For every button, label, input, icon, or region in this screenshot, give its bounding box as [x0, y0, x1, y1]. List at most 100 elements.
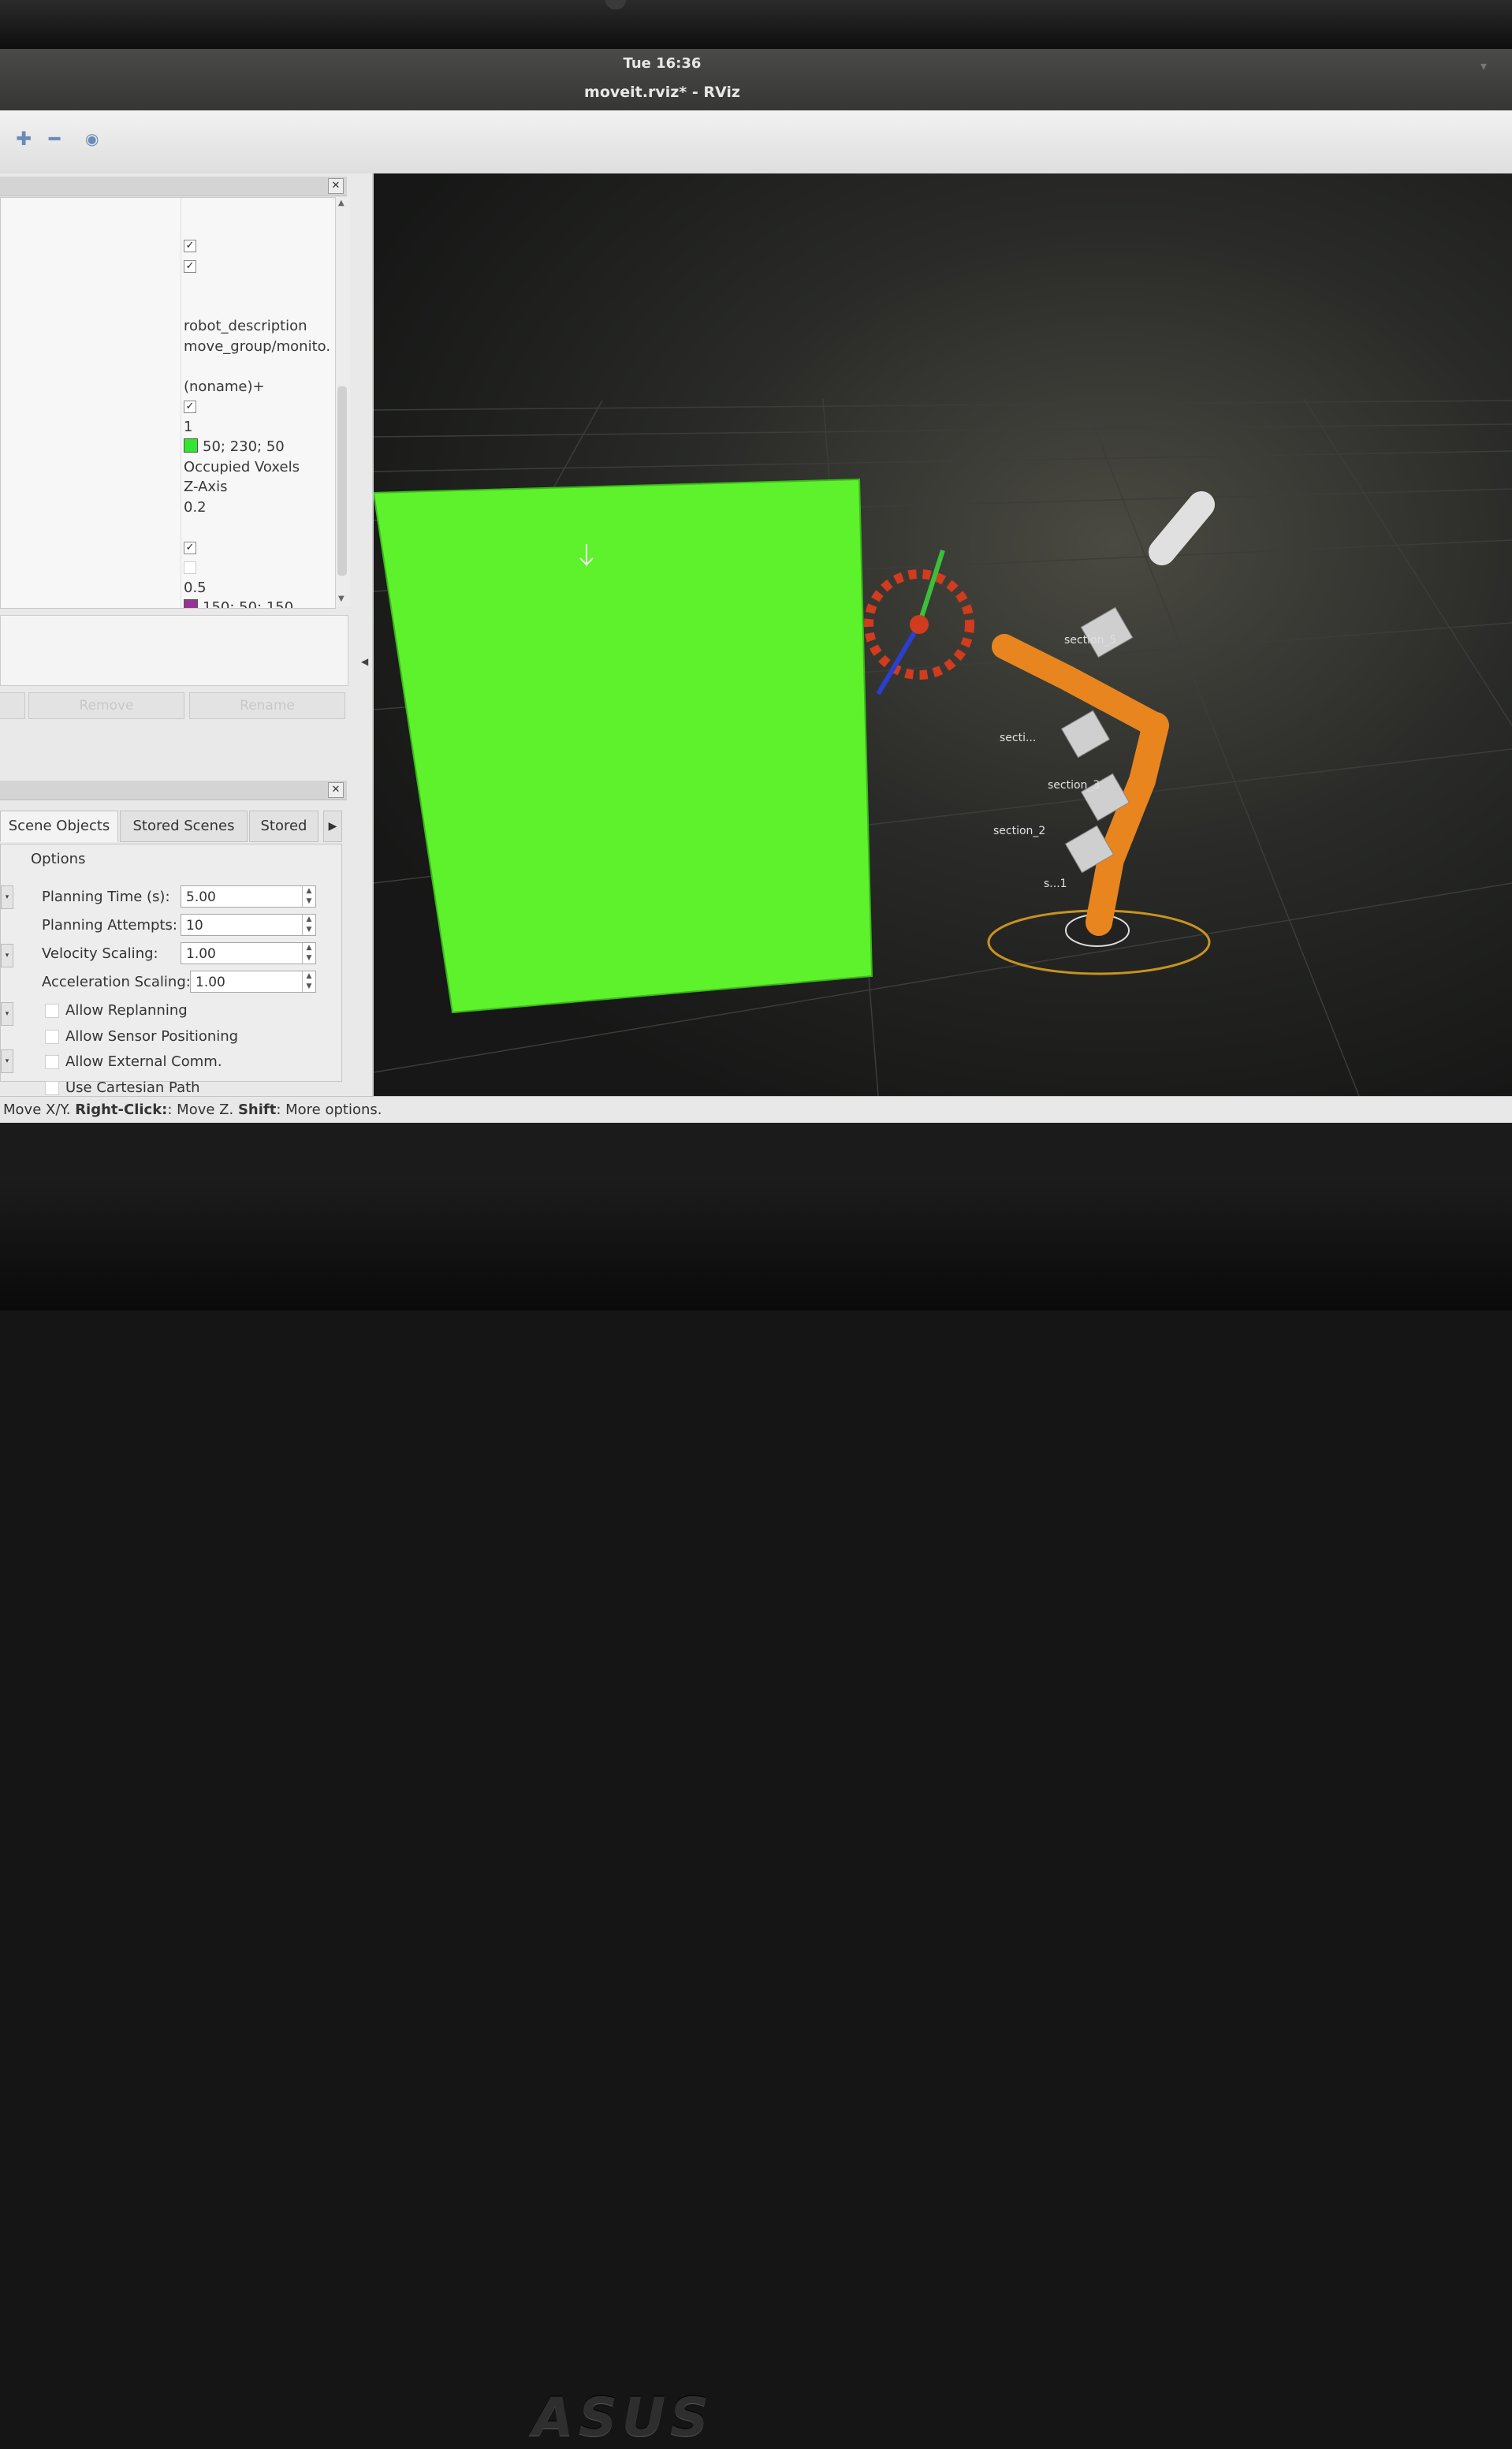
tree-value-17[interactable]: 0.5	[184, 580, 207, 596]
collapse-dock-icon[interactable]: ◀	[361, 656, 368, 667]
clock[interactable]: Tue 16:36	[0, 55, 1324, 72]
close-icon[interactable]: ✕	[328, 782, 344, 798]
checkbox-icon[interactable]: ✓	[45, 1080, 59, 1095]
tab-scene-objects[interactable]: Scene Objects	[0, 811, 118, 842]
option-checkbox-1[interactable]: ✓ Allow Sensor Positioning	[45, 1028, 238, 1045]
option-checkbox-3[interactable]: ✓ Use Cartesian Path	[45, 1079, 200, 1096]
tree-value-4[interactable]: robot_description	[184, 318, 307, 334]
checkbox-icon[interactable]: ✓	[184, 541, 196, 554]
spin-arrows-icon[interactable]: ▲ ▼	[302, 943, 315, 964]
spin-arrows-icon[interactable]: ▲ ▼	[302, 886, 315, 907]
checkbox-icon[interactable]: ✓	[184, 259, 196, 273]
scroll-thumb[interactable]	[337, 386, 347, 576]
tree-value-7[interactable]: (noname)+	[184, 378, 265, 395]
marker-center[interactable]	[910, 615, 929, 634]
tree-value-12[interactable]: Z-Axis	[184, 479, 227, 495]
planner-dropdown-stub[interactable]: ▾	[1, 885, 13, 909]
tree-value-1[interactable]: ✓	[184, 258, 196, 274]
acceleration-scaling-spinbox[interactable]: 1.00 ▲ ▼	[190, 971, 316, 993]
planning-attempts-label: Planning Attempts:	[42, 917, 177, 934]
brand-logo: ASUS	[532, 2387, 713, 2449]
marker-y-axis[interactable]	[917, 550, 945, 625]
tree-value-11[interactable]: Occupied Voxels	[184, 459, 300, 475]
velocity-scaling-spinbox[interactable]: 1.00 ▲ ▼	[181, 942, 316, 964]
goal-dropdown-stub[interactable]: ▾	[1, 1002, 13, 1026]
checkbox-icon[interactable]: ✓	[184, 561, 196, 574]
webcam	[605, 0, 626, 9]
camera-icon[interactable]: ◉	[85, 129, 99, 148]
options-panel: Options ▾ ▾ ▾ ▾ Planning Time (s): 5.00 …	[0, 844, 342, 1147]
option-checkbox-2[interactable]: ✓ Allow External Comm.	[45, 1053, 222, 1070]
checkbox-icon[interactable]: ✓	[184, 240, 196, 252]
laptop-bezel-top	[0, 0, 1512, 49]
option-checkbox-label: Allow Sensor Positioning	[65, 1027, 239, 1045]
close-icon[interactable]: ✕	[328, 178, 344, 194]
velocity-scaling-value: 1.00	[186, 946, 216, 962]
left-dock: ✕ ✓ ✓ robot_description move_group/monito. (…	[0, 173, 372, 1147]
status-text-1: : Move Z.	[167, 1101, 238, 1118]
scroll-up-icon[interactable]: ▲	[338, 199, 344, 207]
gripper	[1149, 491, 1215, 565]
displays-tree[interactable]: ✓ ✓ robot_description move_group/monito. (no…	[0, 197, 336, 609]
acceleration-scaling-value: 1.00	[196, 975, 225, 990]
planning-time-spinbox[interactable]: 5.00 ▲ ▼	[181, 885, 316, 908]
options-label: Options	[31, 851, 86, 867]
tree-value-8[interactable]: ✓	[184, 398, 196, 415]
option-checkbox-0[interactable]: ✓ Allow Replanning	[45, 1002, 188, 1019]
tree-value-18[interactable]: 150; 50; 150	[184, 599, 293, 608]
tree-value-0[interactable]: ✓	[184, 237, 196, 254]
scene-dropdown-stub[interactable]: ▾	[1, 1049, 13, 1073]
color-value: 50; 230; 50	[203, 438, 285, 455]
remove-icon[interactable]: ━	[49, 128, 60, 150]
tree-scrollbar[interactable]: ▲ ▼	[335, 197, 350, 607]
tree-value-9[interactable]: 1	[184, 419, 192, 435]
displays-panel-titlebar: ✕	[0, 177, 347, 196]
option-checkbox-label: Allow Replanning	[65, 1002, 188, 1019]
rename-button[interactable]: Rename	[189, 692, 345, 719]
acceleration-scaling-label: Acceleration Scaling:	[42, 974, 191, 990]
checkbox-icon[interactable]: ✓	[45, 1029, 59, 1044]
tree-value-15[interactable]: ✓	[184, 539, 196, 556]
velocity-scaling-label: Velocity Scaling:	[42, 945, 158, 962]
planning-time-value: 5.00	[186, 889, 216, 905]
description-box	[0, 615, 348, 686]
laptop-bezel-bottom: ASUS	[0, 1176, 1512, 2449]
status-key-shift: Shift	[237, 1101, 277, 1118]
option-checkbox-label: Allow External Comm.	[65, 1053, 222, 1070]
color-swatch[interactable]	[184, 438, 198, 453]
remove-button[interactable]: Remove	[28, 692, 184, 719]
tree-value-13[interactable]: 0.2	[184, 499, 207, 516]
motion-planning-titlebar: ✕	[0, 781, 347, 800]
spin-arrows-icon[interactable]: ▲ ▼	[302, 915, 315, 935]
window-title: moveit.rviz* - RViz	[584, 84, 740, 101]
checkbox-icon[interactable]: ✓	[45, 1055, 59, 1069]
system-indicator-icon[interactable]: ▾	[1480, 58, 1487, 73]
planning-attempts-spinbox[interactable]: 10 ▲ ▼	[181, 914, 316, 936]
status-key-right-click: Right-Click:	[75, 1101, 168, 1118]
tree-value-5[interactable]: move_group/monito.	[184, 338, 330, 355]
collision-box[interactable]	[374, 479, 872, 1012]
screen-bottom-edge	[0, 1123, 1512, 1176]
link-label-section-5: section_5	[1064, 634, 1116, 647]
link-label-section-4: secti...	[1000, 732, 1036, 744]
spin-arrows-icon[interactable]: ▲ ▼	[302, 971, 315, 992]
scroll-down-icon[interactable]: ▼	[338, 595, 344, 603]
tab-stored-states[interactable]: Stored	[249, 811, 318, 842]
scene-render: section_5 secti... section_3 section_2 s…	[374, 398, 1512, 1096]
checkbox-icon[interactable]: ✓	[45, 1004, 59, 1018]
screen: Tue 16:36 moveit.rviz* - RViz ▾ ✚ ━ ◉ ✕ …	[0, 49, 1512, 1176]
checkbox-icon[interactable]: ✓	[184, 401, 196, 413]
title-bar: Tue 16:36 moveit.rviz* - RViz ▾	[0, 49, 1512, 110]
add-button[interactable]	[0, 692, 25, 719]
color-swatch[interactable]	[184, 599, 198, 608]
tab-stored-scenes[interactable]: Stored Scenes	[120, 811, 248, 842]
status-bar: Move X/Y. Right-Click:: Move Z. Shift: M…	[0, 1096, 1512, 1124]
tree-value-10[interactable]: 50; 230; 50	[184, 438, 285, 455]
add-icon[interactable]: ✚	[16, 128, 32, 150]
tree-value-16[interactable]: ✓	[184, 559, 196, 576]
planning-time-label: Planning Time (s):	[42, 889, 170, 905]
tab-scroll-right-icon[interactable]: ▶	[323, 811, 342, 842]
motion-planning-tabs: Scene Objects Stored Scenes Stored ▶	[0, 811, 347, 842]
query-dropdown-stub[interactable]: ▾	[1, 944, 13, 967]
3d-viewport[interactable]: section_5 secti... section_3 section_2 s…	[374, 173, 1512, 1096]
